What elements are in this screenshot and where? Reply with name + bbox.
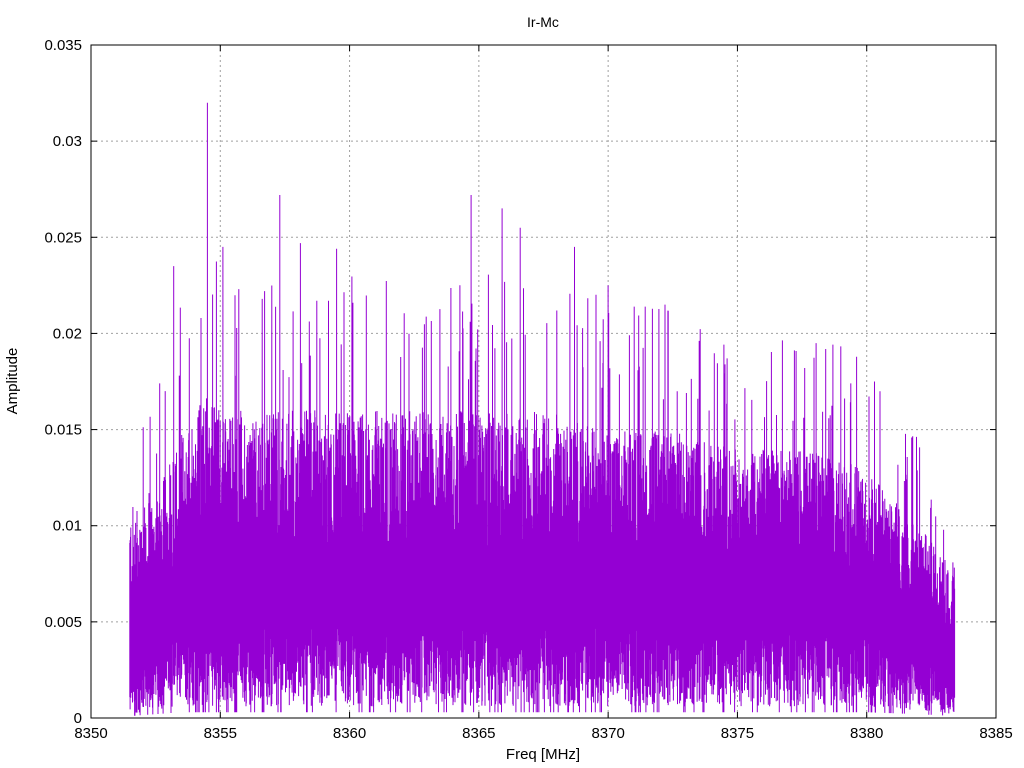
y-tick-label: 0 xyxy=(74,710,82,727)
y-tick-label: 0.015 xyxy=(44,422,82,439)
x-tick-label: 8355 xyxy=(204,725,237,742)
x-tick-label: 8380 xyxy=(850,725,883,742)
x-tick-label: 8385 xyxy=(979,725,1012,742)
chart: 8350 8355 8360 8365 8370 8375 8380 8385 0 0.005 0.… xyxy=(4,14,1013,763)
y-tick-label: 0.02 xyxy=(53,325,82,342)
x-tick-label: 8375 xyxy=(721,725,754,742)
x-tick-label: 8370 xyxy=(591,725,624,742)
y-tick-label: 0.035 xyxy=(44,37,82,54)
x-tick-label: 8365 xyxy=(462,725,495,742)
series-layer xyxy=(129,102,956,716)
y-tick-label: 0.025 xyxy=(44,229,82,246)
x-tick-label: 8360 xyxy=(333,725,366,742)
y-tick-label: 0.005 xyxy=(44,614,82,631)
x-axis-label: Freq [MHz] xyxy=(506,746,580,763)
chart-title: Ir-Mc xyxy=(527,14,559,30)
y-tick-label: 0.03 xyxy=(53,133,82,150)
y-tick-label: 0.01 xyxy=(53,518,82,535)
x-tick-label: 8350 xyxy=(74,725,107,742)
series-line xyxy=(129,102,956,716)
y-axis-label: Amplitude xyxy=(4,348,21,415)
